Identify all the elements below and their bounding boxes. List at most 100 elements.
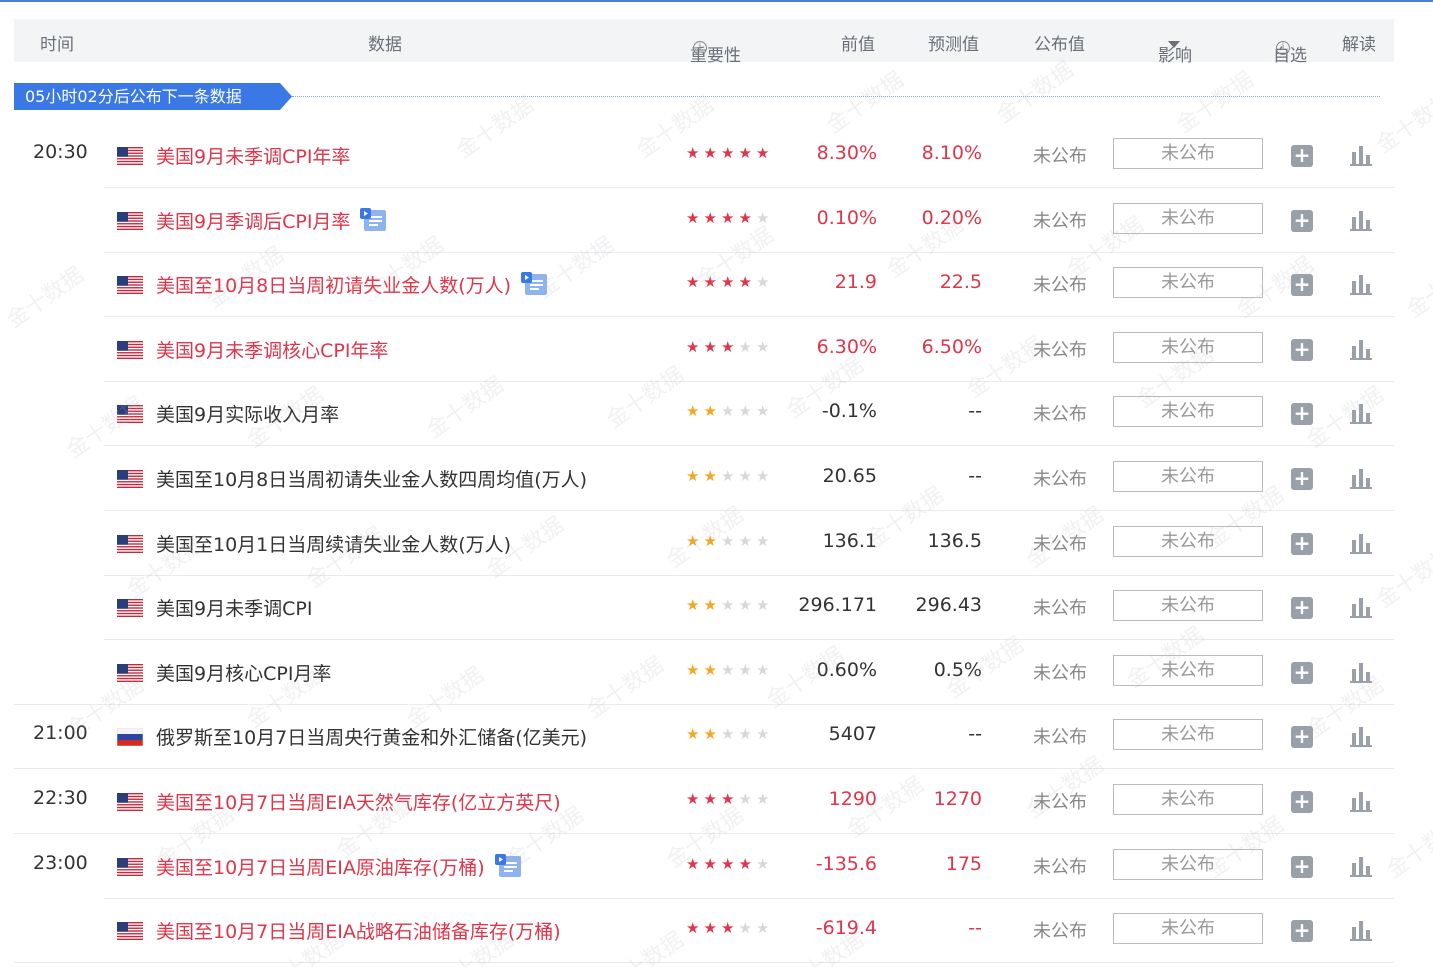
star-icon: ★ <box>756 854 770 873</box>
published-value: 未公布 <box>1033 339 1087 361</box>
bar-chart-icon[interactable] <box>1350 855 1372 877</box>
table-row[interactable]: 22:30 美国至10月7日当周EIA天然气库存(亿立方英尺) ★ ★ ★ ★ ★ 1290 1… <box>0 770 1433 834</box>
indicator-name[interactable]: 美国9月未季调核心CPI年率 <box>156 336 388 363</box>
add-favorite-button[interactable]: + <box>1291 338 1313 361</box>
star-icon: ★ <box>738 854 752 873</box>
star-icon: ★ <box>703 144 717 162</box>
table-row[interactable]: 20:30 美国9月未季调CPI年率 ★ ★ ★ ★ ★ 8.30% 8.10% 未公布 未公布 + <box>0 124 1433 188</box>
us-flag-icon <box>117 147 143 165</box>
add-favorite-button[interactable]: + <box>1291 791 1313 813</box>
star-icon: ★ <box>756 596 770 615</box>
indicator-name[interactable]: 美国至10月8日当周初请失业金人数(万人) <box>156 271 549 301</box>
table-row[interactable]: 美国至10月8日当周初请失业金人数四周均值(万人) ★ ★ ★ ★ ★ 20.65 -- 未公布… <box>0 447 1433 511</box>
star-icon: ★ <box>721 725 735 744</box>
indicator-name-text: 美国至10月8日当周初请失业金人数(万人) <box>156 275 512 298</box>
importance-stars: ★ ★ ★ ★ ★ <box>684 209 772 227</box>
header-previous: 前值 <box>841 35 875 55</box>
importance-stars: ★ ★ ★ ★ ★ <box>684 467 772 485</box>
indicator-name[interactable]: 美国9月实际收入月率 <box>156 400 339 427</box>
bar-chart-icon[interactable] <box>1350 144 1372 166</box>
add-favorite-button[interactable]: + <box>1291 145 1313 167</box>
interpretation-doc-icon[interactable] <box>494 853 523 883</box>
published-value: 未公布 <box>1033 727 1087 749</box>
star-icon: ★ <box>686 402 700 421</box>
indicator-name-text: 美国9月未季调CPI年率 <box>156 146 351 168</box>
bar-chart-icon[interactable] <box>1350 338 1372 360</box>
star-icon: ★ <box>686 725 700 744</box>
previous-value: 1290 <box>828 788 877 810</box>
bar-chart-icon[interactable] <box>1350 790 1372 812</box>
bar-chart-icon[interactable] <box>1350 532 1372 554</box>
previous-value: 21.9 <box>834 271 877 294</box>
us-flag-icon <box>117 534 143 553</box>
star-icon: ★ <box>686 208 700 227</box>
previous-value: 20.65 <box>822 465 877 487</box>
indicator-name[interactable]: 美国至10月7日当周EIA原油库存(万桶) <box>156 853 523 883</box>
previous-value: 6.30% <box>816 335 877 358</box>
add-favorite-button[interactable]: + <box>1291 597 1313 620</box>
add-favorite-button[interactable]: + <box>1291 855 1313 878</box>
bar-chart-icon[interactable] <box>1350 661 1372 683</box>
table-row[interactable]: 美国9月实际收入月率 ★ ★ ★ ★ ★ -0.1% -- 未公布 未公布 + <box>0 382 1433 447</box>
previous-value: -135.6 <box>815 852 877 875</box>
header-data: 数据 <box>368 35 402 55</box>
forecast-value: 22.5 <box>939 271 982 294</box>
published-value: 未公布 <box>1033 275 1087 297</box>
bar-chart-icon[interactable] <box>1350 273 1372 296</box>
star-icon: ★ <box>721 273 735 292</box>
bar-chart-icon[interactable] <box>1350 596 1372 619</box>
indicator-name[interactable]: 美国至10月8日当周初请失业金人数四周均值(万人) <box>156 465 587 492</box>
table-row[interactable]: 美国至10月7日当周EIA战略石油储备库存(万桶) ★ ★ ★ ★ ★ -619.4 -- 未公… <box>0 899 1433 964</box>
add-favorite-button[interactable]: + <box>1291 468 1313 490</box>
indicator-name[interactable]: 美国9月核心CPI月率 <box>156 659 331 686</box>
indicator-name-text: 美国9月季调后CPI月率 <box>156 210 351 233</box>
add-favorite-button[interactable]: + <box>1291 209 1313 232</box>
info-icon[interactable]: i <box>693 41 707 55</box>
table-row[interactable]: 美国9月季调后CPI月率 ★ ★ ★ ★ ★ 0.10% 0.20% 未公布 未公布 + <box>0 189 1433 253</box>
star-icon: ★ <box>686 531 700 550</box>
impact-box: 未公布 <box>1113 654 1263 686</box>
star-icon: ★ <box>756 402 770 421</box>
bar-chart-icon[interactable] <box>1350 919 1372 942</box>
table-row[interactable]: 美国9月核心CPI月率 ★ ★ ★ ★ ★ 0.60% 0.5% 未公布 未公布 + <box>0 641 1433 705</box>
indicator-name[interactable]: 美国9月未季调CPI <box>156 594 312 621</box>
indicator-name-text: 美国9月未季调核心CPI年率 <box>156 339 389 362</box>
table-row[interactable]: 21:00 俄罗斯至10月7日当周央行黄金和外汇储备(亿美元) ★ ★ ★ ★ ★ 5407-… <box>0 705 1433 770</box>
indicator-name[interactable]: 俄罗斯至10月7日当周央行黄金和外汇储备(亿美元) <box>156 723 587 750</box>
table-row[interactable]: 美国至10月8日当周初请失业金人数(万人) ★ ★ ★ ★ ★ 21.9 22.5 未公布 未公布… <box>0 253 1433 318</box>
indicator-name[interactable]: 美国9月季调后CPI月率 <box>156 207 388 237</box>
interpretation-doc-icon[interactable] <box>521 272 549 301</box>
impact-box: 未公布 <box>1113 267 1263 299</box>
indicator-name[interactable]: 美国9月未季调CPI年率 <box>156 142 350 169</box>
impact-box: 未公布 <box>1113 525 1263 557</box>
banner-dotted-line <box>292 96 1380 97</box>
published-value: 未公布 <box>1033 792 1087 813</box>
table-row[interactable]: 美国9月未季调CPI ★ ★ ★ ★ ★ 296.171 296.43 未公布 未公布 + <box>0 576 1433 641</box>
add-favorite-button[interactable]: + <box>1291 403 1313 426</box>
bar-chart-icon[interactable] <box>1350 209 1372 231</box>
forecast-value: -- <box>968 917 982 940</box>
bar-chart-icon[interactable] <box>1350 467 1372 489</box>
bar-chart-icon[interactable] <box>1350 725 1372 748</box>
published-value: 未公布 <box>1033 210 1087 232</box>
table-row[interactable]: 美国至10月1日当周续请失业金人数(万人) ★ ★ ★ ★ ★ 136.1 136.5 未公布未… <box>0 512 1433 576</box>
indicator-name[interactable]: 美国至10月1日当周续请失业金人数(万人) <box>156 530 511 557</box>
interpretation-doc-icon[interactable] <box>360 207 388 237</box>
add-favorite-button[interactable]: + <box>1291 726 1313 749</box>
star-icon: ★ <box>721 790 735 808</box>
star-icon: ★ <box>756 273 770 292</box>
release-time: 21:00 <box>33 722 88 745</box>
add-favorite-button[interactable]: + <box>1291 532 1313 555</box>
bar-chart-icon[interactable] <box>1350 402 1372 425</box>
indicator-name[interactable]: 美国至10月7日当周EIA天然气库存(亿立方英尺) <box>156 788 561 815</box>
add-favorite-button[interactable]: + <box>1291 920 1313 943</box>
table-row[interactable]: 美国9月未季调核心CPI年率 ★ ★ ★ ★ ★ 6.30% 6.50% 未公布 未公布 + <box>0 318 1433 382</box>
star-icon: ★ <box>703 854 717 873</box>
add-favorite-button[interactable]: + <box>1291 661 1313 684</box>
header-forecast: 预测值 <box>928 35 979 55</box>
importance-stars: ★ ★ ★ ★ ★ <box>684 725 772 743</box>
add-favorite-button[interactable]: + <box>1291 274 1313 297</box>
indicator-name[interactable]: 美国至10月7日当周EIA战略石油储备库存(万桶) <box>156 917 561 944</box>
info-icon[interactable]: i <box>1276 41 1290 55</box>
table-row[interactable]: 23:00 美国至10月7日当周EIA原油库存(万桶) ★ ★ ★ ★ ★ -135.6 175… <box>0 835 1433 899</box>
